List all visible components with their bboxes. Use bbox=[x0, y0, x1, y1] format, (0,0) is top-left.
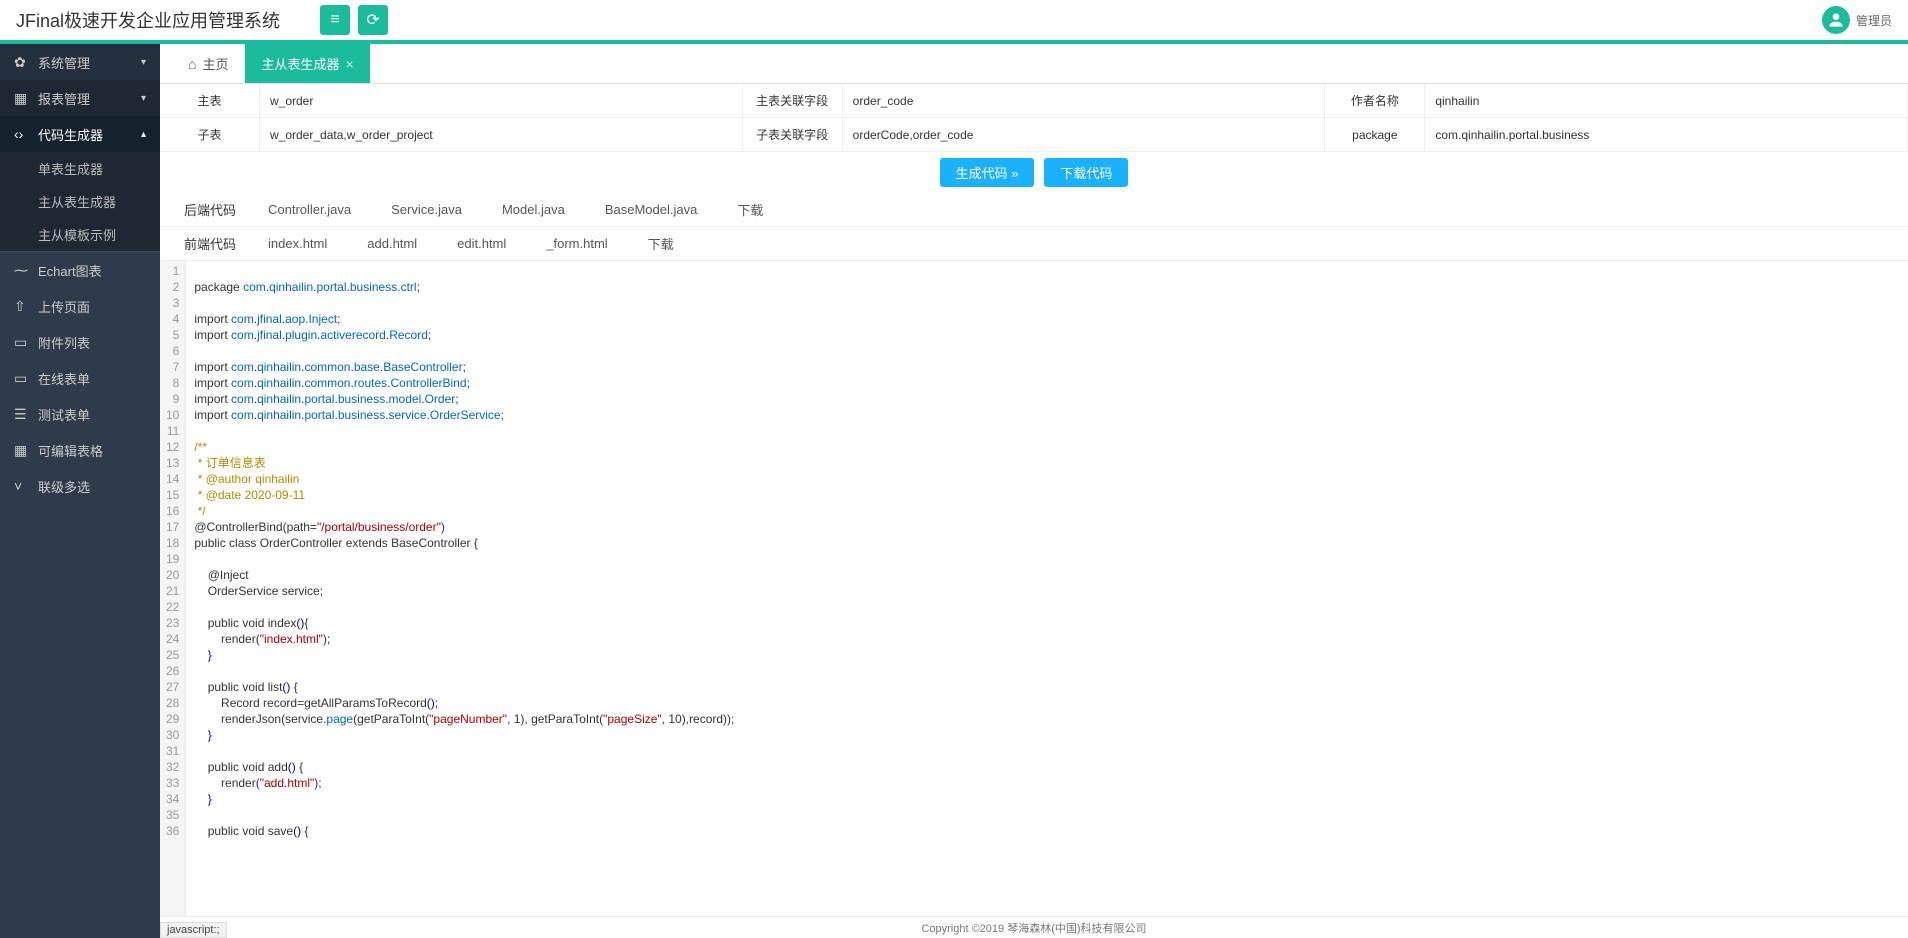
code-editor[interactable]: 1234567891011121314151617181920212223242… bbox=[160, 261, 1908, 916]
tab-service[interactable]: Service.java bbox=[391, 202, 462, 217]
label-sub-fk: 子表关联字段 bbox=[743, 118, 843, 151]
sidebar-sub-template[interactable]: 主从模板示例 bbox=[0, 218, 160, 251]
input-author[interactable] bbox=[1435, 94, 1897, 108]
tab-edit[interactable]: edit.html bbox=[457, 236, 506, 251]
table-icon: ▦ bbox=[14, 442, 30, 459]
sidebar-item-cascade[interactable]: ˅ 联级多选 bbox=[0, 468, 160, 504]
chevron-down-icon: ▾ bbox=[141, 93, 146, 104]
action-row: 生成代码 » 下载代码 bbox=[160, 152, 1908, 193]
tab-active[interactable]: 主从表生成器 × bbox=[245, 44, 370, 83]
code-body[interactable]: package com.qinhailin.portal.business.ct… bbox=[186, 261, 742, 916]
form: 主表 主表关联字段 作者名称 子表 子表关联字段 package bbox=[160, 84, 1908, 152]
menu-icon: ≡ bbox=[330, 11, 339, 29]
sidebar-item-edittable[interactable]: ▦ 可编辑表格 bbox=[0, 432, 160, 468]
app-title: JFinal极速开发企业应用管理系统 bbox=[16, 7, 280, 33]
sidebar-item-testform[interactable]: ☰ 测试表单 bbox=[0, 396, 160, 432]
user-info[interactable]: 管理员 bbox=[1822, 6, 1892, 34]
download-button[interactable]: 下载代码 bbox=[1044, 158, 1128, 187]
home-icon: ⌂ bbox=[188, 56, 196, 72]
chevron-down-icon: ▾ bbox=[141, 57, 146, 68]
sidebar-item-report[interactable]: ▦ 报表管理 ▾ bbox=[0, 80, 160, 116]
gear-icon: ✿ bbox=[14, 54, 30, 71]
chevron-icon: ˅ bbox=[14, 478, 30, 494]
tab-download-back[interactable]: 下载 bbox=[737, 200, 763, 219]
input-package[interactable] bbox=[1435, 128, 1897, 142]
sidebar-item-upload[interactable]: ⇧ 上传页面 bbox=[0, 288, 160, 324]
sidebar-item-attach[interactable]: ▭ 附件列表 bbox=[0, 324, 160, 360]
status-indicator: javascript:; bbox=[160, 922, 227, 938]
sidebar-item-echart[interactable]: ⁓ Echart图表 bbox=[0, 252, 160, 288]
list-icon: ☰ bbox=[14, 406, 30, 423]
tab-model[interactable]: Model.java bbox=[502, 202, 565, 217]
user-name: 管理员 bbox=[1856, 12, 1892, 29]
refresh-button[interactable]: ⟳ bbox=[358, 5, 388, 35]
tab-download-front[interactable]: 下载 bbox=[648, 234, 674, 253]
avatar-icon bbox=[1822, 6, 1850, 34]
sidebar-item-form[interactable]: ▭ 在线表单 bbox=[0, 360, 160, 396]
tab-home[interactable]: ⌂ 主页 bbox=[172, 44, 245, 83]
frontend-tabs: 前端代码 index.html add.html edit.html _form… bbox=[160, 227, 1908, 261]
book-icon: ▭ bbox=[14, 334, 30, 351]
footer: Copyright ©2019 琴海森林(中国)科技有限公司 javascrip… bbox=[160, 916, 1908, 938]
form-icon: ▭ bbox=[14, 370, 30, 387]
page-tabs: ⌂ 主页 主从表生成器 × bbox=[160, 44, 1908, 84]
sidebar-sub-masterdetail[interactable]: 主从表生成器 bbox=[0, 185, 160, 218]
copyright: Copyright ©2019 琴海森林(中国)科技有限公司 bbox=[921, 920, 1146, 936]
refresh-icon: ⟳ bbox=[366, 10, 379, 30]
label-sub-table: 子表 bbox=[160, 118, 260, 151]
label-package: package bbox=[1325, 118, 1425, 151]
sidebar-sub-single[interactable]: 单表生成器 bbox=[0, 152, 160, 185]
menu-toggle-button[interactable]: ≡ bbox=[320, 5, 350, 35]
code-icon: ‹› bbox=[14, 126, 30, 142]
tab-controller[interactable]: Controller.java bbox=[268, 202, 351, 217]
input-main-fk[interactable] bbox=[853, 94, 1315, 108]
tab-form[interactable]: _form.html bbox=[546, 236, 607, 251]
backend-tabs: 后端代码 Controller.java Service.java Model.… bbox=[160, 193, 1908, 227]
tab-basemodel[interactable]: BaseModel.java bbox=[605, 202, 698, 217]
grid-icon: ▦ bbox=[14, 90, 30, 107]
line-gutter: 1234567891011121314151617181920212223242… bbox=[160, 261, 186, 916]
pulse-icon: ⁓ bbox=[14, 262, 30, 279]
tab-add[interactable]: add.html bbox=[367, 236, 417, 251]
input-sub-table[interactable] bbox=[270, 128, 732, 142]
label-author: 作者名称 bbox=[1325, 84, 1425, 117]
close-icon[interactable]: × bbox=[346, 56, 354, 72]
header-buttons: ≡ ⟳ bbox=[320, 5, 388, 35]
tab-index[interactable]: index.html bbox=[268, 236, 327, 251]
sidebar-item-codegen[interactable]: ‹› 代码生成器 ▴ bbox=[0, 116, 160, 152]
generate-button[interactable]: 生成代码 » bbox=[940, 158, 1035, 187]
upload-icon: ⇧ bbox=[14, 298, 30, 315]
backend-label: 后端代码 bbox=[184, 200, 236, 219]
sidebar: ✿ 系统管理 ▾ ▦ 报表管理 ▾ ‹› 代码生成器 ▴ 单表生成器 主从表生成… bbox=[0, 44, 160, 938]
input-main-table[interactable] bbox=[270, 94, 732, 108]
sidebar-item-system[interactable]: ✿ 系统管理 ▾ bbox=[0, 44, 160, 80]
frontend-label: 前端代码 bbox=[184, 234, 236, 253]
header: JFinal极速开发企业应用管理系统 ≡ ⟳ 管理员 bbox=[0, 0, 1908, 44]
label-main-fk: 主表关联字段 bbox=[743, 84, 843, 117]
input-sub-fk[interactable] bbox=[853, 128, 1315, 142]
chevron-up-icon: ▴ bbox=[141, 129, 146, 140]
label-main-table: 主表 bbox=[160, 84, 260, 117]
